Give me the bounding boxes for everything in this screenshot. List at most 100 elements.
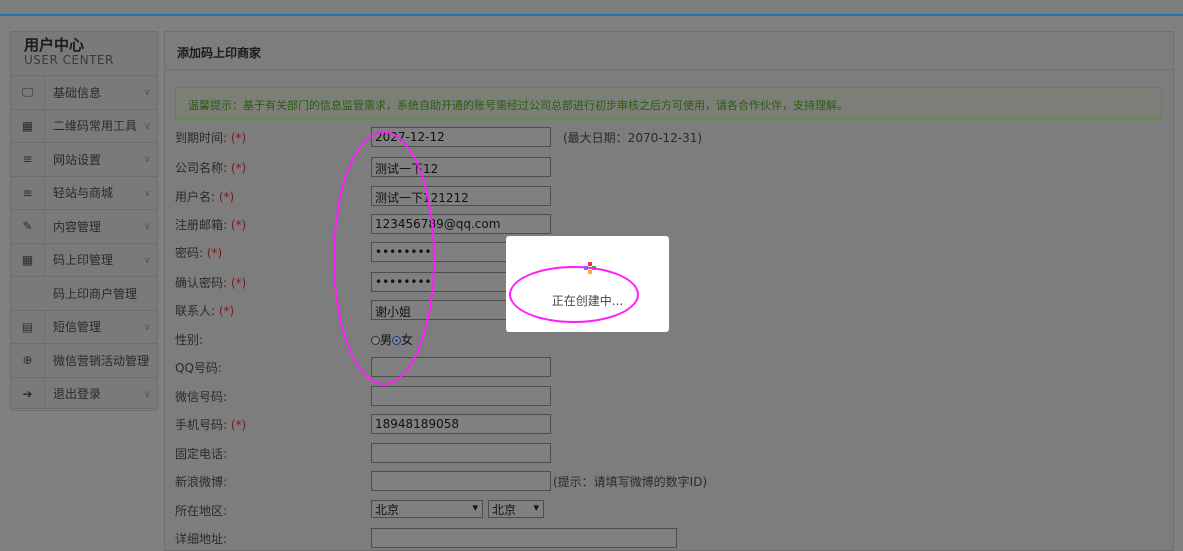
sidebar-item-label: 网站设置 [53, 152, 102, 167]
chevron-down-icon: ▾ [533, 501, 539, 514]
required-mark: (*) [230, 276, 247, 290]
username-input[interactable]: 测试一下121212 [371, 186, 551, 206]
sidebar-item-label: 短信管理 [53, 320, 102, 335]
form-row-contact: 联系人: (*) 谢小姐 [175, 300, 1165, 320]
gender-male-label: 男 [380, 333, 393, 347]
chevron-down-icon: ∨ [143, 187, 151, 199]
spinner-dot [588, 270, 592, 274]
edit-icon: ✎ [11, 210, 45, 243]
sidebar-item-5[interactable]: ▦ 码上印管理 ∨ [11, 243, 157, 277]
chevron-down-icon: ∨ [143, 221, 151, 232]
company-label: 公司名称: [175, 161, 228, 175]
sidebar-item-1[interactable]: ▦ 二维码常用工具 ∨ [11, 109, 157, 143]
province-select[interactable]: 北京 ▾ [371, 500, 483, 518]
sidebar-subtitle: USER CENTER [24, 53, 114, 67]
chevron-down-icon: ∨ [143, 87, 151, 98]
address-label: 详细地址: [175, 532, 228, 546]
expire-date-input[interactable]: 2027-12-12 [371, 127, 551, 147]
chevron-down-icon: ∨ [143, 154, 151, 165]
chevron-down-icon: ∨ [143, 388, 151, 400]
mobile-input[interactable]: 18948189058 [371, 414, 551, 434]
sidebar-item-4[interactable]: ✎ 内容管理 ∨ [11, 210, 157, 244]
sidebar-item-label: 微信营销活动管理 [53, 353, 150, 368]
required-mark: (*) [206, 246, 223, 260]
form-row-gender: 性别: 男女 [175, 329, 1165, 349]
gender-female-radio[interactable] [392, 336, 402, 345]
sidebar-item-label: 基础信息 [53, 85, 102, 100]
wechat-label: 微信号码: [175, 390, 228, 404]
required-mark: (*) [218, 190, 235, 204]
form-row-company: 公司名称: (*) 测试一下12 [175, 157, 1165, 177]
sidebar-header: 用户中心 USER CENTER [11, 32, 157, 76]
email-label: 注册邮箱: [175, 218, 228, 232]
mobile-label: 手机号码: [175, 418, 228, 432]
qq-input[interactable] [371, 357, 551, 377]
wechat-input[interactable] [371, 386, 551, 406]
main-panel: 添加码上印商家 温馨提示：基于有关部门的信息监管需求，系统自助开通的账号需经过公… [164, 31, 1174, 551]
sidebar-item-label: 轻站与商城 [53, 186, 114, 201]
required-mark: (*) [230, 161, 247, 175]
form-row-phone: 固定电话: [175, 443, 1165, 463]
lifebuoy-icon: ⊕ [11, 344, 45, 377]
weibo-label: 新浪微博: [175, 475, 228, 489]
spinner-dot [592, 266, 596, 270]
sidebar-item-label: 退出登录 [53, 387, 102, 402]
gender-female-label: 女 [401, 333, 414, 347]
phone-input[interactable] [371, 443, 551, 463]
chevron-down-icon: ∨ [143, 120, 151, 132]
company-input[interactable]: 测试一下12 [371, 157, 551, 177]
monitor-icon: 🖵 [11, 76, 45, 109]
form-row-wechat: 微信号码: [175, 386, 1165, 406]
loading-popup: 正在创建中... [506, 236, 669, 332]
address-input[interactable] [371, 528, 677, 548]
sidebar-item-2[interactable]: ≡ 网站设置 ∨ [11, 143, 157, 177]
username-label: 用户名: [175, 190, 216, 204]
sidebar-item-6[interactable]: 码上印商户管理 [11, 277, 157, 311]
menu-icon: ≡ [11, 143, 45, 176]
sidebar-item-label: 码上印商户管理 [53, 286, 138, 301]
form-row-mobile: 手机号码: (*) 18948189058 [175, 414, 1165, 434]
loading-spinner-icon [584, 262, 596, 274]
weibo-hint: (提示：请填写微博的数字ID) [553, 475, 708, 489]
sidebar-item-label: 二维码常用工具 [53, 119, 138, 134]
qq-label: QQ号码: [175, 361, 222, 375]
chevron-down-icon: ∨ [143, 254, 151, 266]
top-bar [0, 0, 1183, 16]
sidebar-item-label: 内容管理 [53, 219, 102, 234]
chevron-down-icon: ▾ [472, 501, 478, 514]
gender-label: 性别: [175, 333, 204, 347]
weibo-input[interactable] [371, 471, 551, 491]
qrcode-icon: ▦ [11, 243, 45, 276]
form-row-expire: 到期时间: (*) 2027-12-12 (最大日期：2070-12-31) [175, 127, 1165, 147]
sidebar-title: 用户中心 [24, 36, 85, 54]
phone-label: 固定电话: [175, 447, 228, 461]
sidebar-item-3[interactable]: ≡ 轻站与商城 ∨ [11, 176, 157, 210]
form-row-username: 用户名: (*) 测试一下121212 [175, 186, 1165, 206]
sidebar-item-7[interactable]: ▤ 短信管理 ∨ [11, 310, 157, 344]
expire-label: 到期时间: [175, 131, 228, 145]
required-mark: (*) [230, 418, 247, 432]
email-input[interactable]: 123456789@qq.com [371, 214, 551, 234]
sidebar-item-0[interactable]: 🖵 基础信息 ∨ [11, 76, 157, 110]
qrcode-icon: ▦ [11, 109, 45, 142]
sidebar-item-label: 码上印管理 [53, 253, 114, 268]
gender-options: 男女 [371, 331, 413, 348]
required-mark: (*) [218, 304, 235, 318]
form-row-email: 注册邮箱: (*) 123456789@qq.com [175, 214, 1165, 234]
form-row-password: 密码: (*) •••••••• [175, 242, 1165, 262]
required-mark: (*) [230, 131, 247, 145]
sidebar-item-9[interactable]: ➜ 退出登录 ∨ [11, 377, 157, 411]
city-select[interactable]: 北京 ▾ [488, 500, 544, 518]
gender-male-radio[interactable] [371, 336, 380, 345]
password-label: 密码: [175, 246, 204, 260]
required-mark: (*) [230, 218, 247, 232]
form-row-confirm: 确认密码: (*) •••••••• [175, 272, 1165, 292]
expire-hint: (最大日期：2070-12-31) [563, 131, 703, 145]
notice-banner: 温馨提示：基于有关部门的信息监管需求，系统自助开通的账号需经过公司总部进行初步审… [175, 87, 1162, 119]
region-label: 所在地区: [175, 504, 228, 518]
chevron-down-icon: ∨ [143, 355, 151, 366]
database-icon: ▤ [11, 310, 45, 343]
sidebar-item-8[interactable]: ⊕ 微信营销活动管理 ∨ [11, 344, 157, 378]
contact-label: 联系人: [175, 304, 216, 318]
sidebar: 用户中心 USER CENTER 🖵 基础信息 ∨ ▦ 二维码常用工具 ∨ ≡ 网站设置 ∨ ≡ 轻… [10, 31, 158, 411]
